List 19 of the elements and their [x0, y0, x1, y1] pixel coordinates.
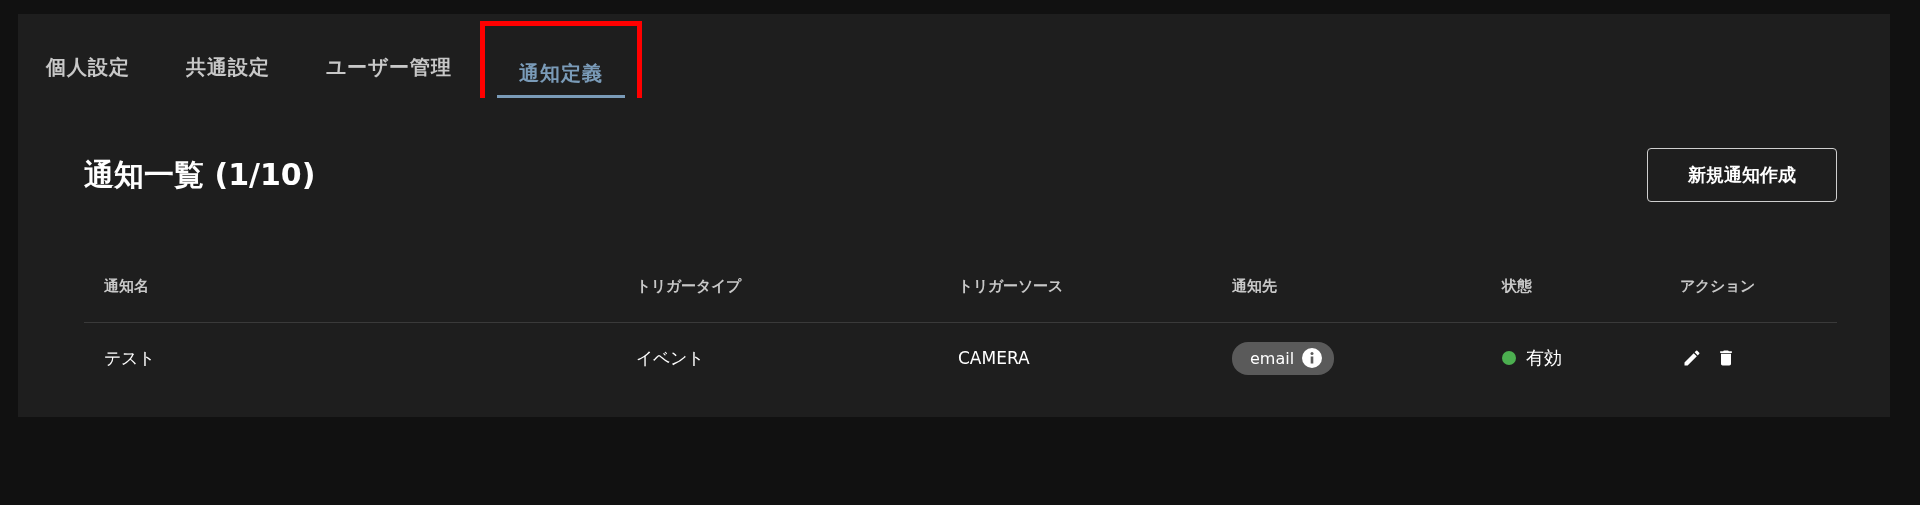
- column-header: トリガーソース: [957, 276, 1064, 296]
- tab[interactable]: ユーザー管理: [304, 14, 474, 98]
- status-label: 有効: [1526, 346, 1562, 370]
- column-header: トリガータイプ: [635, 276, 743, 296]
- column-header: 通知名: [103, 276, 150, 296]
- info-icon[interactable]: [1302, 348, 1323, 368]
- pencil-icon: [1682, 348, 1702, 368]
- page-title: 通知一覧 (1/10): [84, 155, 316, 194]
- column-header: 通知先: [1231, 276, 1278, 296]
- column-header: 状態: [1500, 276, 1533, 296]
- destination-chip: email: [1232, 341, 1335, 375]
- table-cell-text: テスト: [103, 346, 156, 370]
- table-cell-text: CAMERA: [957, 348, 1031, 368]
- tab[interactable]: 個人設定: [24, 14, 152, 98]
- tab[interactable]: 通知定義: [497, 26, 625, 98]
- table-cell-text: イベント: [635, 346, 705, 370]
- column-header: アクション: [1679, 276, 1756, 296]
- tab[interactable]: 共通設定: [164, 14, 292, 98]
- create-notification-button[interactable]: 新規通知作成: [1647, 148, 1837, 202]
